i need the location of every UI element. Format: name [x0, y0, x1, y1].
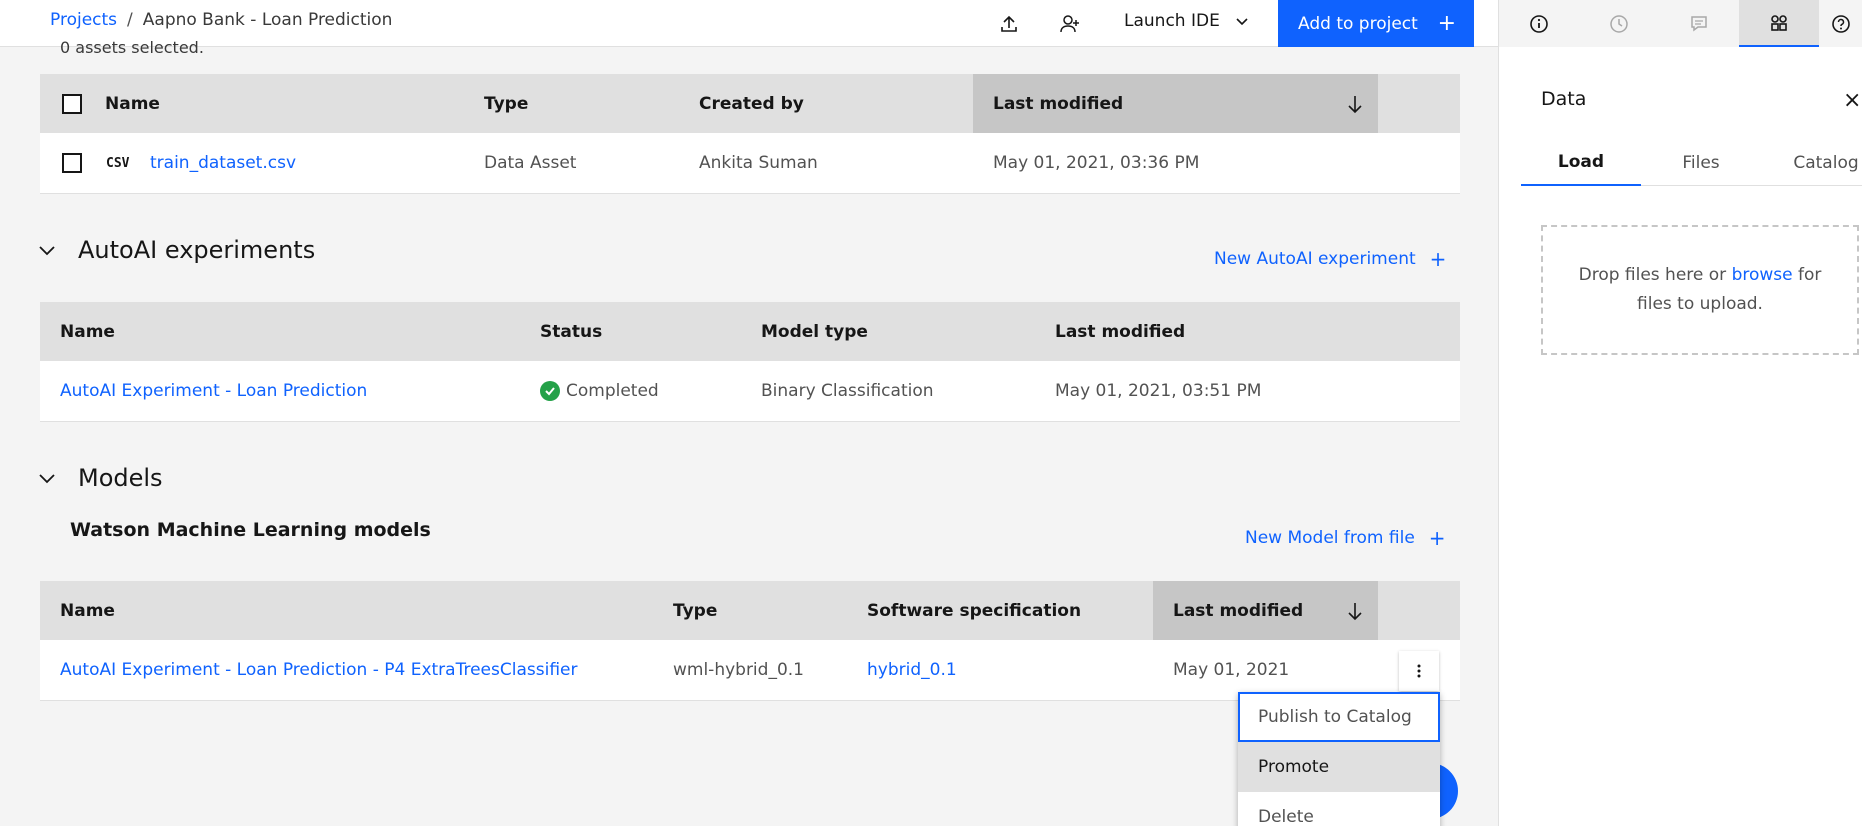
overflow-menu: Publish to Catalog Promote Delete [1238, 692, 1440, 826]
models-table: Name Type Software specification Last mo… [40, 581, 1460, 701]
autoai-table: Name Status Model type Last modified Aut… [40, 302, 1460, 422]
col-created-by[interactable]: Created by [699, 74, 804, 133]
models-section-title: Models [78, 464, 163, 492]
sort-arrow-down-icon [1348, 96, 1362, 114]
autoai-section-title: AutoAI experiments [78, 236, 316, 264]
csv-file-icon: CSV [106, 155, 130, 171]
breadcrumb: Projects / Aapno Bank - Loan Prediction [50, 10, 392, 30]
col-software-spec[interactable]: Software specification [867, 581, 1081, 640]
table-row[interactable]: CSV train_dataset.csv Data Asset Ankita … [40, 133, 1460, 194]
overflow-vertical-icon [1417, 664, 1421, 678]
plus-icon: + [1429, 247, 1447, 271]
col-last-modified-label: Last modified [993, 93, 1124, 114]
file-dropzone[interactable]: Drop files here or browse for files to u… [1541, 225, 1859, 355]
plus-icon: + [1437, 11, 1456, 36]
selection-count: 0 assets selected. [60, 38, 204, 57]
side-panel-toolbar [1499, 0, 1862, 47]
launch-ide-dropdown[interactable]: Launch IDE [1124, 11, 1250, 31]
sort-arrow-down-icon [1348, 603, 1362, 621]
tab-load[interactable]: Load [1521, 140, 1641, 186]
select-all-checkbox[interactable] [62, 74, 82, 133]
software-spec-link[interactable]: hybrid_0.1 [867, 640, 957, 700]
col-name[interactable]: Name [105, 74, 160, 133]
experiment-name-link[interactable]: AutoAI Experiment - Loan Prediction [60, 361, 367, 421]
col-type[interactable]: Type [673, 581, 717, 640]
asset-type: Data Asset [484, 153, 577, 173]
plus-icon: + [1428, 526, 1446, 550]
col-name[interactable]: Name [60, 581, 115, 640]
info-icon[interactable] [1499, 0, 1579, 47]
model-last-modified: May 01, 2021 [1173, 660, 1290, 680]
tab-files[interactable]: Files [1641, 140, 1761, 186]
model-type: wml-hybrid_0.1 [673, 660, 804, 680]
col-model-type[interactable]: Model type [761, 302, 868, 361]
new-autoai-experiment-label: New AutoAI experiment [1214, 249, 1416, 269]
models-section-toggle[interactable]: Models [38, 464, 163, 492]
menu-item-delete[interactable]: Delete [1238, 792, 1440, 826]
panel-title: Data [1541, 88, 1587, 110]
col-status[interactable]: Status [540, 302, 602, 361]
overflow-menu-button[interactable] [1399, 651, 1439, 691]
asset-created-by: Ankita Suman [699, 153, 818, 173]
table-header: Name Type Software specification Last mo… [40, 581, 1460, 640]
col-name[interactable]: Name [60, 302, 115, 361]
upload-icon[interactable] [997, 12, 1021, 36]
add-to-project-button[interactable]: Add to project + [1278, 0, 1474, 47]
col-last-modified[interactable]: Last modified [973, 74, 1378, 133]
asset-last-modified: May 01, 2021, 03:36 PM [993, 153, 1200, 173]
row-checkbox[interactable] [62, 133, 82, 193]
col-last-modified-label: Last modified [1173, 600, 1304, 621]
table-header: Name Status Model type Last modified [40, 302, 1460, 361]
dropzone-text-before: Drop files here or [1578, 265, 1732, 285]
data-assets-icon[interactable] [1739, 0, 1819, 47]
asset-name-link[interactable]: train_dataset.csv [150, 133, 296, 193]
new-model-from-file-label: New Model from file [1245, 528, 1415, 548]
col-type[interactable]: Type [484, 74, 528, 133]
experiment-status: Completed [540, 361, 659, 421]
data-assets-table: Name Type Created by Last modified CSV t… [40, 74, 1460, 194]
new-autoai-experiment-link[interactable]: New AutoAI experiment + [1214, 247, 1446, 271]
col-last-modified[interactable]: Last modified [1153, 581, 1378, 640]
col-last-modified[interactable]: Last modified [1055, 302, 1185, 361]
experiment-model-type: Binary Classification [761, 381, 934, 401]
table-row[interactable]: AutoAI Experiment - Loan Prediction Comp… [40, 361, 1460, 422]
model-name-link[interactable]: AutoAI Experiment - Loan Prediction - P4… [60, 640, 577, 700]
comment-icon[interactable] [1659, 0, 1739, 47]
tab-catalog[interactable]: Catalog [1771, 140, 1862, 186]
breadcrumb-current-project: Aapno Bank - Loan Prediction [142, 10, 393, 30]
panel-tabs: Load Files Catalog [1521, 140, 1862, 186]
chevron-down-icon [39, 246, 55, 256]
add-to-project-label: Add to project [1298, 13, 1418, 34]
menu-item-publish-to-catalog[interactable]: Publish to Catalog [1238, 692, 1440, 742]
history-icon[interactable] [1579, 0, 1659, 47]
launch-ide-label: Launch IDE [1124, 11, 1220, 31]
chevron-down-icon [1236, 18, 1248, 26]
browse-link[interactable]: browse [1732, 265, 1793, 285]
table-header: Name Type Created by Last modified [40, 74, 1460, 133]
experiment-last-modified: May 01, 2021, 03:51 PM [1055, 381, 1262, 401]
status-label: Completed [566, 381, 659, 401]
breadcrumb-separator: / [127, 10, 133, 30]
close-icon[interactable]: × [1843, 88, 1861, 113]
autoai-section-toggle[interactable]: AutoAI experiments [38, 236, 315, 264]
add-collaborator-icon[interactable] [1058, 12, 1082, 36]
top-header: Projects / Aapno Bank - Loan Prediction … [0, 0, 1498, 47]
wml-models-subtitle: Watson Machine Learning models [70, 519, 431, 541]
new-model-from-file-link[interactable]: New Model from file + [1245, 526, 1446, 550]
breadcrumb-projects-link[interactable]: Projects [50, 10, 117, 30]
chevron-down-icon [39, 474, 55, 484]
menu-item-promote[interactable]: Promote [1238, 742, 1440, 792]
help-icon[interactable] [1819, 0, 1862, 47]
checkmark-icon [540, 381, 560, 401]
side-panel: Data × Load Files Catalog Drop files her… [1498, 0, 1862, 826]
